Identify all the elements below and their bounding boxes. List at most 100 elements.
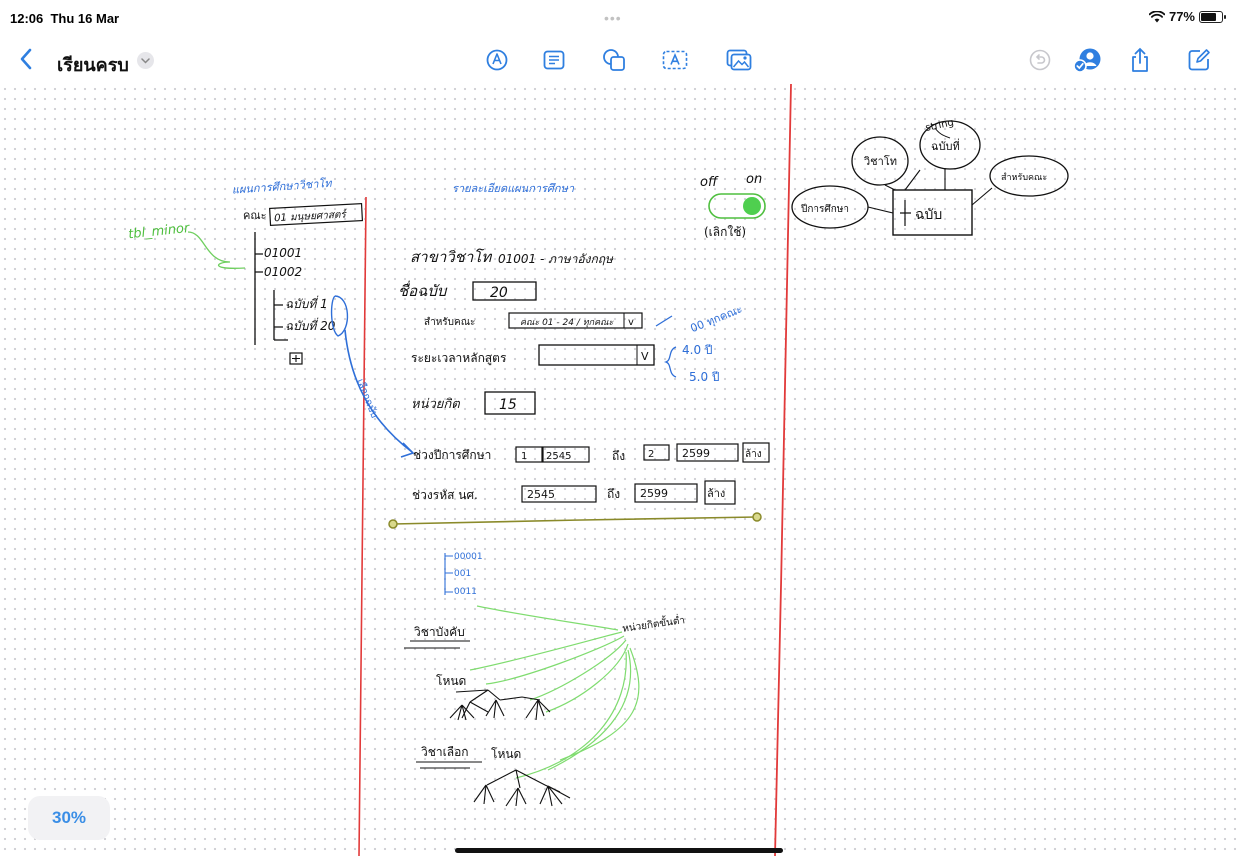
select-arrow: [344, 329, 413, 453]
chevron-down-icon: [141, 57, 150, 64]
id-from: 2545: [527, 488, 555, 501]
duration-option-5: 5.0 ปี: [689, 370, 720, 384]
form-header: รายละเอียดแผนการศึกษา: [452, 182, 575, 195]
text-button[interactable]: [659, 45, 691, 75]
year-from: 2545: [546, 451, 571, 462]
for-label: สำหรับคณะ: [424, 317, 475, 328]
toggle-off-label: off: [700, 175, 719, 190]
zoom-level-button[interactable]: 30%: [28, 796, 110, 840]
home-indicator[interactable]: [455, 848, 783, 853]
media-button[interactable]: [723, 45, 755, 75]
node-label-2: โหนด: [491, 747, 521, 761]
duration-dropdown: V: [641, 350, 649, 363]
credits-value: 15: [499, 397, 517, 413]
er-diagram: string วิชาโท ฉบับที่ สำหรับคณะ ปีการศึก…: [791, 117, 1069, 236]
tree-node-1: [449, 689, 551, 721]
undo-icon: [1029, 49, 1051, 71]
left-tree: แผนการศึกษาวิชาโท tbl_minor คณะ 01 มนุษย…: [128, 177, 415, 458]
title-menu-button[interactable]: [137, 52, 154, 69]
for-dropdown: v: [628, 317, 634, 328]
faculty-label: คณะ: [243, 209, 266, 222]
collaborate-icon: [1073, 48, 1101, 73]
text-icon: [662, 50, 688, 70]
text-box-icon: [543, 50, 565, 70]
credits-label: หน่วยกิต: [411, 397, 460, 412]
text-box-button[interactable]: [538, 45, 570, 75]
major-label: สาขาวิชาโท: [410, 248, 492, 266]
er-attr-for-faculty: สำหรับคณะ: [1001, 172, 1047, 183]
year-to-sem: 2: [648, 449, 654, 460]
tree-sub-item-20: ฉบับที่ 20: [285, 317, 336, 333]
code-1: 00001: [454, 552, 483, 562]
compose-button[interactable]: [1183, 45, 1215, 75]
er-attr-edition-no: ฉบับที่: [931, 138, 960, 153]
edition-label: ชื่อฉบับ: [398, 280, 448, 300]
chevron-left-icon: [20, 48, 32, 70]
olive-divider: [392, 516, 758, 525]
to-word-1: ถึง: [612, 449, 625, 463]
for-value: คณะ 01 - 24 / ทุกคณะ: [520, 318, 614, 328]
collaborate-button[interactable]: [1072, 45, 1104, 75]
duration-option-4: 4.0 ปี: [682, 343, 713, 357]
wifi-icon: [1148, 10, 1165, 22]
red-divider-right: [774, 84, 792, 856]
share-button[interactable]: [1124, 45, 1156, 75]
code-3: 0011: [454, 587, 477, 597]
toolbar: เรียนครบ: [0, 40, 1237, 82]
status-indicators: 77%: [1148, 9, 1226, 24]
year-range-label: ช่วงปีการศึกษา: [413, 448, 491, 462]
battery-level: [1201, 12, 1217, 21]
media-icon: [726, 49, 752, 71]
pen-tool-button[interactable]: [481, 45, 513, 75]
tree-node-2: [473, 769, 571, 807]
status-bar: 12:06 Thu 16 Mar ••• 77%: [0, 0, 1237, 36]
freeform-canvas[interactable]: แผนการศึกษาวิชาโท tbl_minor คณะ 01 มนุษย…: [0, 84, 1237, 856]
year-clear: ล้าง: [745, 448, 762, 460]
er-string-label: string: [924, 117, 954, 134]
tree-item-01002: 01002: [264, 265, 302, 279]
edition-value: 20: [490, 285, 508, 301]
for-note: 00 ทุกคณะ: [688, 303, 744, 336]
multitask-dots[interactable]: •••: [604, 10, 622, 26]
shapes-button[interactable]: [598, 45, 630, 75]
tree-sub-item-1: ฉบับที่ 1: [285, 295, 328, 311]
board-drawing[interactable]: แผนการศึกษาวิชาโท tbl_minor คณะ 01 มนุษย…: [0, 84, 1237, 856]
duration-label: ระยะเวลาหลักสูตร: [411, 351, 507, 366]
er-attr-year: ปีการศึกษา: [800, 203, 849, 215]
node-label-1: โหนด: [436, 674, 466, 688]
year-to: 2599: [682, 447, 710, 460]
code-2: 001: [454, 569, 471, 579]
undo-button[interactable]: [1024, 45, 1056, 75]
credit-levels-label: หน่วยกิตขั้นต่ำ: [621, 612, 686, 635]
compose-icon: [1188, 49, 1210, 71]
red-divider-left: [358, 196, 367, 856]
share-icon: [1132, 47, 1148, 72]
tbl-minor-tag: tbl_minor: [128, 221, 192, 242]
battery-percent: 77%: [1168, 9, 1195, 24]
back-button[interactable]: [14, 44, 38, 74]
toggle-caption: (เลิกใช้): [704, 225, 746, 239]
shapes-icon: [603, 49, 625, 71]
id-range-label: ช่วงรหัส นศ.: [412, 488, 478, 502]
tbl-minor-bracket: [187, 231, 246, 269]
tree-item-01001: 01001: [264, 246, 302, 260]
status-date: Thu 16 Mar: [50, 11, 120, 26]
compulsory-label: วิชาบังคับ: [414, 625, 465, 639]
er-attr-subject: วิชาโท: [863, 154, 897, 168]
id-to: 2599: [640, 487, 668, 500]
er-entity-label: ฉบับ: [915, 207, 942, 223]
document-title[interactable]: เรียนครบ: [57, 50, 129, 79]
tree-header: แผนการศึกษาวิชาโท: [231, 177, 332, 197]
arrow-note: เลือกฉบับ: [354, 377, 381, 420]
toggle-on-label: on: [746, 172, 762, 187]
elective-label: วิชาเลือก: [421, 745, 469, 759]
status-time: 12:06 Thu 16 Mar: [10, 11, 120, 26]
form-sketch: รายละเอียดแผนการศึกษา off on (เลิกใช้) ส…: [388, 172, 770, 807]
id-clear: ล้าง: [707, 487, 725, 500]
toggle-knob: [743, 197, 761, 215]
major-value: 01001 - ภาษาอังกฤษ: [498, 252, 614, 266]
to-word-2: ถึง: [607, 487, 620, 501]
battery-icon: [1199, 10, 1226, 23]
year-from-sem: 1: [521, 451, 527, 462]
pen-tool-icon: [486, 49, 508, 71]
